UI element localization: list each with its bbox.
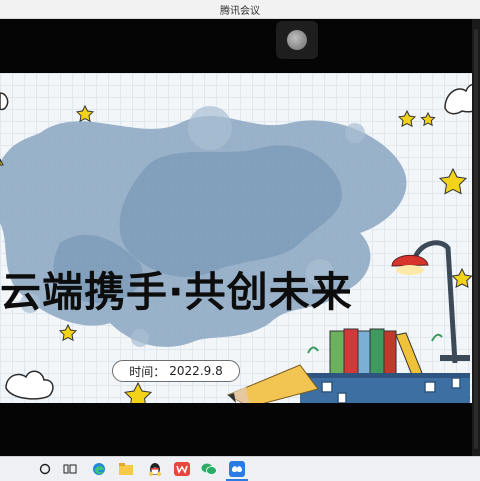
books-icon — [307, 328, 443, 376]
search-icon[interactable] — [37, 461, 53, 477]
date-badge: 时间： 2022.9.8 — [112, 360, 240, 382]
file-explorer-icon[interactable] — [118, 461, 134, 477]
presentation-slide: 云端携手·共创未来 时间： 2022.9.8 — [0, 73, 472, 403]
scrollbar-thumb[interactable] — [474, 29, 478, 449]
tencent-meeting-icon[interactable] — [229, 461, 245, 477]
window-title: 腾讯会议 — [220, 6, 260, 17]
edge-icon[interactable] — [91, 461, 107, 477]
window-titlebar[interactable]: 腾讯会议 — [0, 0, 480, 19]
tencent-qq-icon[interactable] — [147, 461, 163, 477]
camera-icon — [287, 30, 307, 50]
wps-office-icon[interactable] — [174, 461, 190, 477]
slide-illustration — [0, 83, 472, 403]
wechat-icon[interactable] — [201, 461, 217, 477]
taskbar — [0, 456, 480, 481]
date-value: 2022.9.8 — [169, 364, 223, 378]
date-label: 时间： — [129, 364, 166, 379]
slide-title: 云端携手·共创未来 — [0, 268, 353, 316]
task-view-icon[interactable] — [62, 461, 78, 477]
building-illustration — [300, 373, 470, 403]
scrollbar[interactable] — [472, 19, 480, 456]
camera-toggle-button[interactable] — [276, 21, 318, 59]
